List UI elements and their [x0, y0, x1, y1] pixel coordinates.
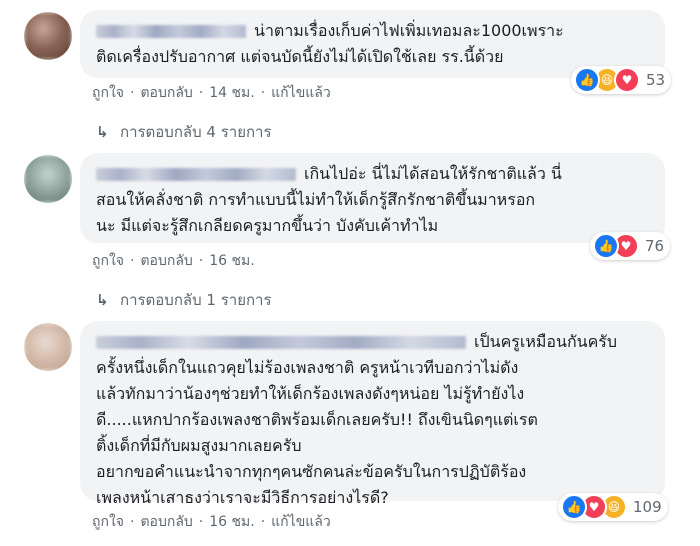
- comment-text-line: ดี.....แหกปากร้องเพลงชาติพร้อมเด็กเลยครั…: [96, 410, 538, 429]
- comment-text-line: เกินไปอ่ะ นี่ไม่ได้สอนให้รักชาติแล้ว นี่: [304, 164, 562, 183]
- reaction-summary[interactable]: 👍 ♥ 😆 109: [558, 493, 668, 521]
- reaction-count: 109: [633, 498, 662, 516]
- like-link[interactable]: ถูกใจ: [92, 250, 124, 272]
- edited-label[interactable]: แก้ไขแล้ว: [271, 511, 331, 533]
- comment-text-line: นะ มีแต่จะรู้สึกเกลียดครูมากขึ้นว่า บังค…: [96, 216, 439, 235]
- comment-text-line: เป็นครูเหมือนกันครับ: [474, 332, 618, 351]
- comment-bubble: เป็นครูเหมือนกันครับ ครั้งหนึ่งเด็กในแถว…: [80, 321, 665, 507]
- separator: ·: [130, 253, 135, 269]
- reaction-count: 76: [645, 237, 665, 255]
- separator: ·: [198, 85, 204, 101]
- comment-text-line: แล้วทักมาว่าน้องๆช่วยทำให้เด็กร้องเพลงดั…: [96, 384, 525, 403]
- timestamp[interactable]: 14 ชม.: [209, 82, 254, 104]
- comment-text-line: ติดเครื่องปรับอากาศ แต่จนบัดนี้ยังไม่ได้…: [96, 47, 504, 66]
- separator: ·: [198, 253, 204, 269]
- timestamp[interactable]: 16 ชม.: [209, 511, 254, 533]
- separator: ·: [260, 514, 266, 530]
- commenter-name[interactable]: [96, 25, 246, 38]
- like-link[interactable]: ถูกใจ: [92, 82, 124, 104]
- reaction-summary[interactable]: 👍 😆 ♥ 53: [571, 66, 672, 94]
- comment-text-line: สอนให้คลั่งชาติ การทำแบบนี้ไม่ทำให้เด็กร…: [96, 190, 536, 209]
- commenter-name[interactable]: [96, 336, 466, 349]
- like-icon: 👍: [574, 67, 600, 93]
- separator: ·: [260, 85, 266, 101]
- avatar[interactable]: [24, 155, 72, 203]
- love-icon: ♥: [614, 67, 640, 93]
- view-replies-link[interactable]: ↳ การตอบกลับ 1 รายการ: [96, 288, 272, 312]
- separator: ·: [130, 514, 135, 530]
- avatar[interactable]: [24, 12, 72, 60]
- commenter-name[interactable]: [96, 168, 296, 181]
- comment-bubble: เกินไปอ่ะ นี่ไม่ได้สอนให้รักชาติแล้ว นี่…: [80, 153, 665, 243]
- like-link[interactable]: ถูกใจ: [92, 511, 124, 533]
- comment-text-line: ติ้งเด็กที่มีกับผมสูงมากเลยครับ: [96, 436, 302, 455]
- replies-count-label: การตอบกลับ 4 รายการ: [120, 123, 272, 141]
- avatar[interactable]: [24, 323, 72, 371]
- comment-actions: ถูกใจ · ตอบกลับ · 14 ชม. · แก้ไขแล้ว: [92, 82, 331, 104]
- comment-text-line: น่าตามเรื่องเก็บค่าไฟเพิ่มเทอมละ1000เพรา…: [254, 21, 564, 40]
- reply-link[interactable]: ตอบกลับ: [140, 250, 192, 272]
- reply-arrow-icon: ↳: [96, 123, 109, 141]
- separator: ·: [198, 514, 204, 530]
- reply-link[interactable]: ตอบกลับ: [140, 511, 192, 533]
- reply-arrow-icon: ↳: [96, 291, 109, 309]
- separator: ·: [130, 85, 135, 101]
- like-icon: 👍: [593, 233, 619, 259]
- comment-actions: ถูกใจ · ตอบกลับ · 16 ชม.: [92, 250, 255, 272]
- reply-link[interactable]: ตอบกลับ: [140, 82, 192, 104]
- like-icon: 👍: [561, 494, 587, 520]
- comment-text-line: ครั้งหนึ่งเด็กในแถวคุยไม่ร้องเพลงชาติ คร…: [96, 358, 519, 377]
- comment-text-line: อยากขอคำแนะนำจากทุกๆคนซักคนล่ะข้อครับในก…: [96, 462, 527, 481]
- timestamp[interactable]: 16 ชม.: [209, 250, 254, 272]
- edited-label[interactable]: แก้ไขแล้ว: [271, 82, 331, 104]
- comment-actions: ถูกใจ · ตอบกลับ · 16 ชม. · แก้ไขแล้ว: [92, 511, 331, 533]
- reaction-count: 53: [646, 71, 666, 89]
- replies-count-label: การตอบกลับ 1 รายการ: [120, 291, 272, 309]
- reaction-summary[interactable]: 👍 ♥ 76: [590, 232, 671, 260]
- view-replies-link[interactable]: ↳ การตอบกลับ 4 รายการ: [96, 120, 272, 144]
